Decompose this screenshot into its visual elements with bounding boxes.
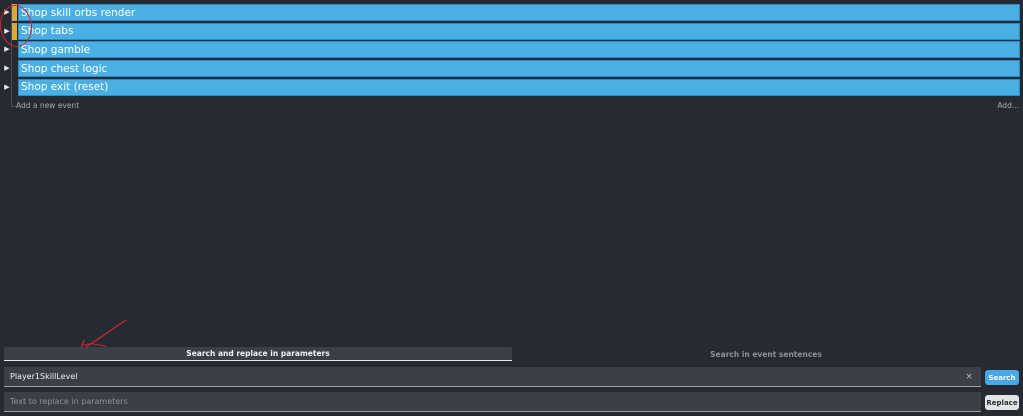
event-group-bar[interactable]: Shop chest logic	[18, 60, 1020, 78]
event-group-bar[interactable]: Shop tabs	[18, 22, 1020, 40]
replace-input[interactable]	[4, 392, 981, 411]
event-row[interactable]: ▶ Shop gamble	[0, 41, 1020, 59]
replace-field	[4, 392, 981, 412]
event-row[interactable]: ▶ Shop chest logic	[0, 60, 1020, 78]
event-title: Shop gamble	[21, 43, 91, 56]
event-group-bar[interactable]: Shop exit (reset)	[18, 78, 1020, 96]
event-list: ▶ Shop skill orbs render ▶ Shop tabs ▶ S…	[0, 2, 1020, 102]
add-more-link[interactable]: Add...	[997, 101, 1019, 110]
expand-triangle-icon[interactable]: ▶	[2, 79, 12, 96]
close-icon[interactable]: ×	[962, 370, 976, 384]
replace-button[interactable]: Replace	[985, 395, 1019, 410]
add-event-row: Add a new event Add...	[0, 98, 1023, 114]
event-row[interactable]: ▶ Shop skill orbs render	[0, 4, 1020, 21]
selected-event-marker	[12, 22, 17, 40]
events-sheet: ▶ Shop skill orbs render ▶ Shop tabs ▶ S…	[0, 0, 1023, 416]
expand-triangle-icon[interactable]: ▶	[2, 41, 12, 58]
event-title: Shop exit (reset)	[21, 81, 109, 94]
event-group-bar[interactable]: Shop skill orbs render	[18, 4, 1020, 21]
search-button[interactable]: Search	[985, 370, 1019, 385]
expand-triangle-icon[interactable]: ▶	[2, 23, 12, 40]
search-field: ×	[4, 367, 981, 387]
tab-search-replace-parameters[interactable]: Search and replace in parameters	[4, 347, 512, 361]
expand-triangle-icon[interactable]: ▶	[2, 60, 12, 77]
event-title: Shop chest logic	[21, 62, 108, 75]
search-input[interactable]	[4, 367, 962, 386]
event-title: Shop skill orbs render	[21, 6, 136, 19]
selected-event-marker	[12, 4, 17, 21]
expand-triangle-icon[interactable]: ▶	[2, 4, 12, 21]
event-title: Shop tabs	[21, 25, 74, 38]
search-tabs: Search and replace in parameters Search …	[4, 347, 1020, 361]
tab-search-event-sentences[interactable]: Search in event sentences	[512, 347, 1020, 361]
event-group-bar[interactable]: Shop gamble	[18, 41, 1020, 59]
add-new-event-link[interactable]: Add a new event	[16, 101, 79, 110]
event-row[interactable]: ▶ Shop tabs	[0, 22, 1020, 40]
event-row[interactable]: ▶ Shop exit (reset)	[0, 78, 1020, 96]
